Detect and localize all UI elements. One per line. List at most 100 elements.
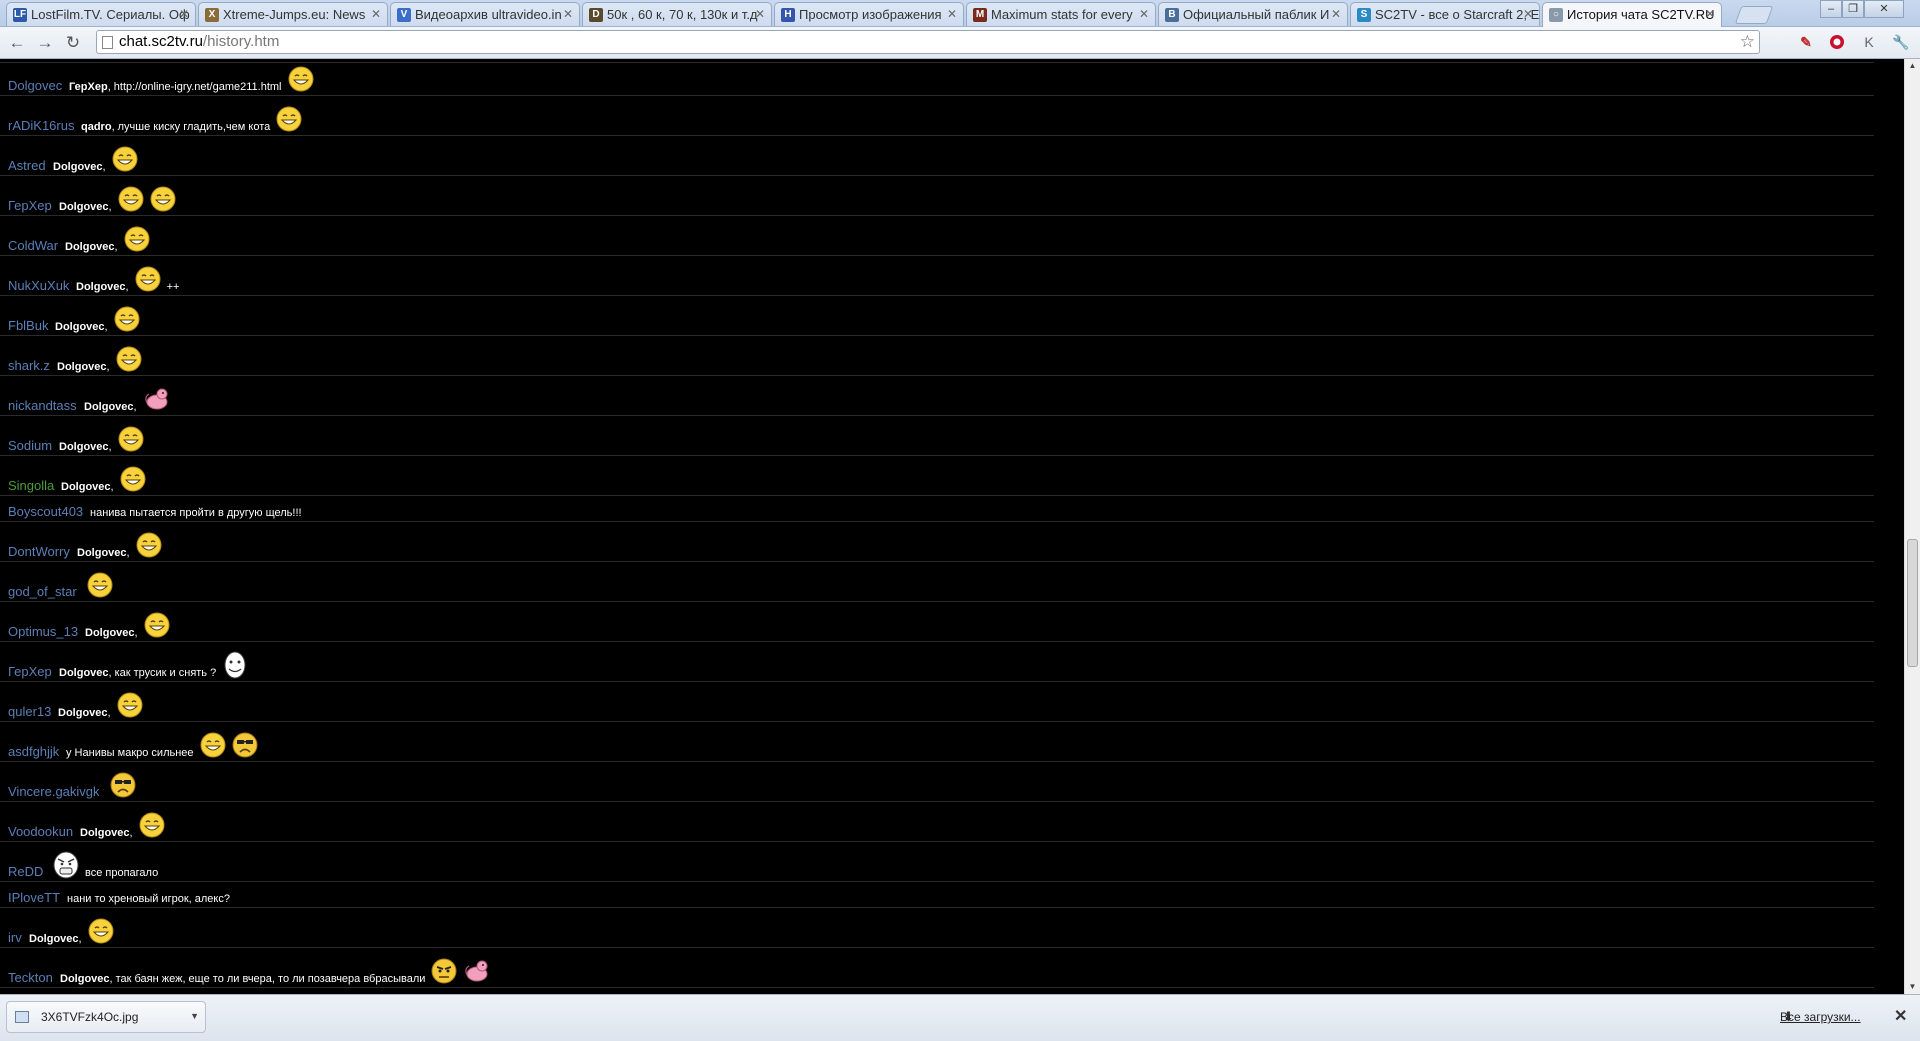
message-nick[interactable]: Voodookun <box>8 824 73 839</box>
message-nick[interactable]: Teckton <box>8 970 53 985</box>
tab-favicon-icon: M <box>973 8 987 22</box>
tab-8[interactable]: ○ История чата SC2TV.RU ✕ <box>1542 2 1722 27</box>
smile-emoticon-icon <box>288 66 314 92</box>
new-tab-button[interactable] <box>1734 6 1774 24</box>
tab-close-icon[interactable]: ✕ <box>179 3 189 26</box>
message-nick[interactable]: Singolla <box>8 478 54 493</box>
scroll-down-icon[interactable]: ▼ <box>1905 980 1920 994</box>
message-nick[interactable]: NukXuXuk <box>8 278 69 293</box>
message-nick[interactable]: quler13 <box>8 704 51 719</box>
message-nick[interactable]: Sodium <box>8 438 52 453</box>
chat-message: Astred Dolgovec, <box>0 143 1874 176</box>
smile-emoticon-icon <box>114 306 140 332</box>
message-addressee[interactable]: Dolgovec <box>29 933 79 945</box>
message-addressee[interactable]: Dolgovec <box>61 481 111 493</box>
shelf-close-icon[interactable]: ✕ <box>1894 995 1907 1039</box>
all-downloads-link[interactable]: Все загрузки... <box>1780 995 1861 1039</box>
extension-icon[interactable]: ✎ <box>1797 33 1815 51</box>
message-nick[interactable]: nickandtass <box>8 398 77 413</box>
window-close-icon[interactable]: ✕ <box>1864 0 1904 18</box>
download-item[interactable]: 3X6TVFzk4Oc.jpg ▼ <box>6 1001 206 1033</box>
tab-close-icon[interactable]: ✕ <box>947 3 957 26</box>
message-addressee[interactable]: Dolgovec <box>55 321 105 333</box>
message-addressee[interactable]: Dolgovec <box>65 241 115 253</box>
message-nick[interactable]: god_of_star <box>8 584 77 599</box>
reload-icon[interactable]: ↻ <box>62 32 84 54</box>
message-addressee[interactable]: Dolgovec <box>80 827 130 839</box>
adblock-icon[interactable] <box>1828 33 1846 51</box>
message-nick[interactable]: ГерХер <box>8 664 52 679</box>
message-body <box>84 571 116 599</box>
message-nick[interactable]: ColdWar <box>8 238 58 253</box>
tab-close-icon[interactable]: ✕ <box>1705 3 1715 26</box>
message-addressee[interactable]: ГерХер <box>69 81 108 93</box>
message-body: Dolgovec, <box>61 465 149 493</box>
tab-6[interactable]: B Официальный паблик И ✕ <box>1158 2 1348 26</box>
scroll-thumb[interactable] <box>1907 539 1918 667</box>
message-body: Dolgovec, <box>59 185 179 213</box>
message-addressee[interactable]: Dolgovec <box>59 667 109 679</box>
message-nick[interactable]: irv <box>8 930 22 945</box>
extension-k-icon[interactable]: K <box>1860 33 1878 51</box>
message-nick[interactable]: Dolgovec <box>8 78 62 93</box>
message-nick[interactable]: IPloveTT <box>8 890 60 905</box>
message-nick[interactable]: DontWorry <box>8 544 70 559</box>
message-nick[interactable]: Vincere.gakivgk <box>8 784 100 799</box>
tab-close-icon[interactable]: ✕ <box>1331 3 1341 26</box>
tab-3[interactable]: D 50к , 60 к, 70 к, 130к и т.д ✕ <box>582 2 772 26</box>
message-nick[interactable]: shark.z <box>8 358 50 373</box>
url-host: chat.sc2tv.ru <box>119 33 203 50</box>
message-nick[interactable]: FblBuk <box>8 318 48 333</box>
tab-favicon-icon: D <box>589 8 603 22</box>
addressee-comma: , <box>108 441 112 453</box>
tab-close-icon[interactable]: ✕ <box>1523 3 1533 26</box>
message-addressee[interactable]: Dolgovec <box>76 281 126 293</box>
tab-close-icon[interactable]: ✕ <box>755 3 765 26</box>
message-body: Dolgovec, <box>77 531 165 559</box>
wrench-icon[interactable]: 🔧 <box>1892 33 1910 51</box>
tab-2[interactable]: V Видеоархив ultravideo.in ✕ <box>390 2 580 26</box>
tab-7[interactable]: S SC2TV - все о Starcraft 2, E ✕ <box>1350 2 1540 26</box>
message-addressee[interactable]: Dolgovec <box>60 973 110 985</box>
tab-1[interactable]: X Xtreme-Jumps.eu: News ✕ <box>198 2 388 26</box>
message-nick[interactable]: Boyscout403 <box>8 504 83 519</box>
tab-0[interactable]: LF LostFilm.TV. Сериалы. Оф ✕ <box>6 2 196 26</box>
scroll-up-icon[interactable]: ▲ <box>1905 59 1920 73</box>
message-body: Dolgovec, <box>53 145 141 173</box>
bookmark-star-icon[interactable]: ☆ <box>1740 31 1755 53</box>
chat-message: Optimus_13 Dolgovec, <box>0 609 1874 642</box>
vertical-scrollbar[interactable]: ▲ ▼ <box>1904 59 1920 994</box>
chevron-down-icon[interactable]: ▼ <box>190 1002 199 1030</box>
message-nick[interactable]: Optimus_13 <box>8 624 78 639</box>
tab-close-icon[interactable]: ✕ <box>371 3 381 26</box>
message-text: как трусик и снять ? <box>114 667 217 679</box>
tab-close-icon[interactable]: ✕ <box>1139 3 1149 26</box>
troll-emoticon-icon <box>224 651 246 679</box>
chat-message: Voodookun Dolgovec, <box>0 809 1874 842</box>
message-addressee[interactable]: Dolgovec <box>57 361 107 373</box>
message-nick[interactable]: Astred <box>8 158 46 173</box>
address-bar[interactable]: chat.sc2tv.ru/history.htm ☆ <box>96 30 1760 54</box>
message-addressee[interactable]: Dolgovec <box>53 161 103 173</box>
message-nick[interactable]: asdfghjjk <box>8 744 59 759</box>
message-nick[interactable]: ReDD <box>8 864 43 879</box>
forward-icon[interactable]: → <box>34 32 56 54</box>
addressee-comma: , <box>126 547 130 559</box>
tab-close-icon[interactable]: ✕ <box>563 3 573 26</box>
message-addressee[interactable]: Dolgovec <box>59 201 109 213</box>
tab-5[interactable]: M Maximum stats for every ✕ <box>966 2 1156 26</box>
maximize-icon[interactable]: ❐ <box>1842 0 1864 18</box>
minimize-icon[interactable]: – <box>1820 0 1842 18</box>
message-addressee[interactable]: Dolgovec <box>58 707 108 719</box>
message-body: Dolgovec, <box>84 385 172 413</box>
message-addressee[interactable]: Dolgovec <box>77 547 127 559</box>
message-addressee[interactable]: qadro <box>81 121 112 133</box>
message-text: так баян жеж, еще то ли вчера, то ли поз… <box>115 973 426 985</box>
message-nick[interactable]: ГерХер <box>8 198 52 213</box>
message-nick[interactable]: rADiK16rus <box>8 118 74 133</box>
back-icon[interactable]: ← <box>6 32 28 54</box>
message-addressee[interactable]: Dolgovec <box>85 627 135 639</box>
message-addressee[interactable]: Dolgovec <box>84 401 134 413</box>
tab-4[interactable]: H Просмотр изображения ✕ <box>774 2 964 26</box>
message-addressee[interactable]: Dolgovec <box>59 441 109 453</box>
